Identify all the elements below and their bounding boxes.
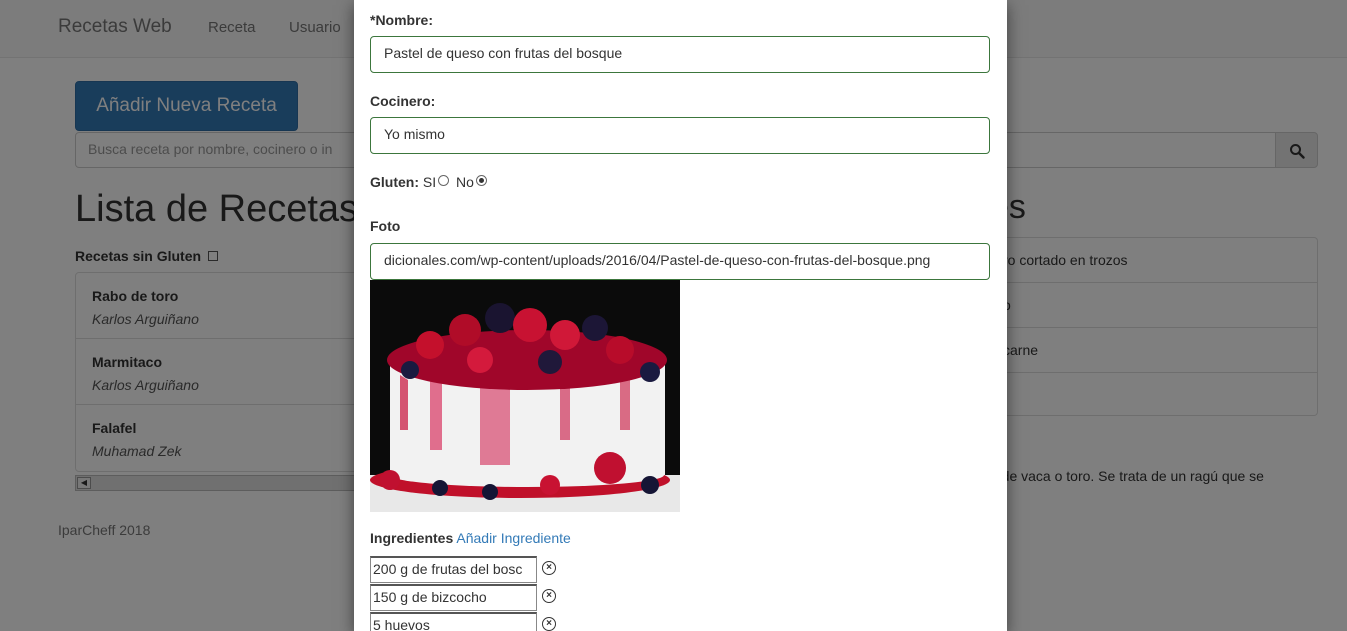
cook-field[interactable]: Yo mismo [370,117,990,154]
ingredient-input[interactable]: 150 g de bizcocho [370,584,537,611]
ingredient-input[interactable]: 200 g de frutas del bosc [370,556,537,583]
remove-ingredient-icon[interactable]: × [542,589,556,603]
remove-ingredient-icon[interactable]: × [542,617,556,631]
name-label: *Nombre: [370,12,434,28]
recipe-photo [370,280,680,512]
ingredient-input[interactable]: 5 huevos [370,612,537,631]
ingredients-label: Ingredientes [370,530,454,546]
photo-url-field[interactable]: dicionales.com/wp-content/uploads/2016/0… [370,243,990,280]
photo-label: Foto [370,218,401,234]
gluten-row: Gluten: SI No [370,174,490,190]
add-ingredient-link[interactable]: Añadir Ingrediente [456,530,570,546]
ingredients-header: Ingredientes Añadir Ingrediente [370,530,571,546]
gluten-no-radio[interactable] [475,175,487,186]
gluten-yes-radio[interactable] [438,175,450,186]
name-field[interactable]: Pastel de queso con frutas del bosque [370,36,990,73]
gluten-label: Gluten: [370,174,419,190]
cook-label: Cocinero: [370,93,436,109]
edit-recipe-modal: *Nombre: Pastel de queso con frutas del … [354,0,1007,631]
gluten-no-label: No [456,174,474,190]
remove-ingredient-icon[interactable]: × [542,561,556,575]
gluten-yes-label: SI [422,174,437,190]
